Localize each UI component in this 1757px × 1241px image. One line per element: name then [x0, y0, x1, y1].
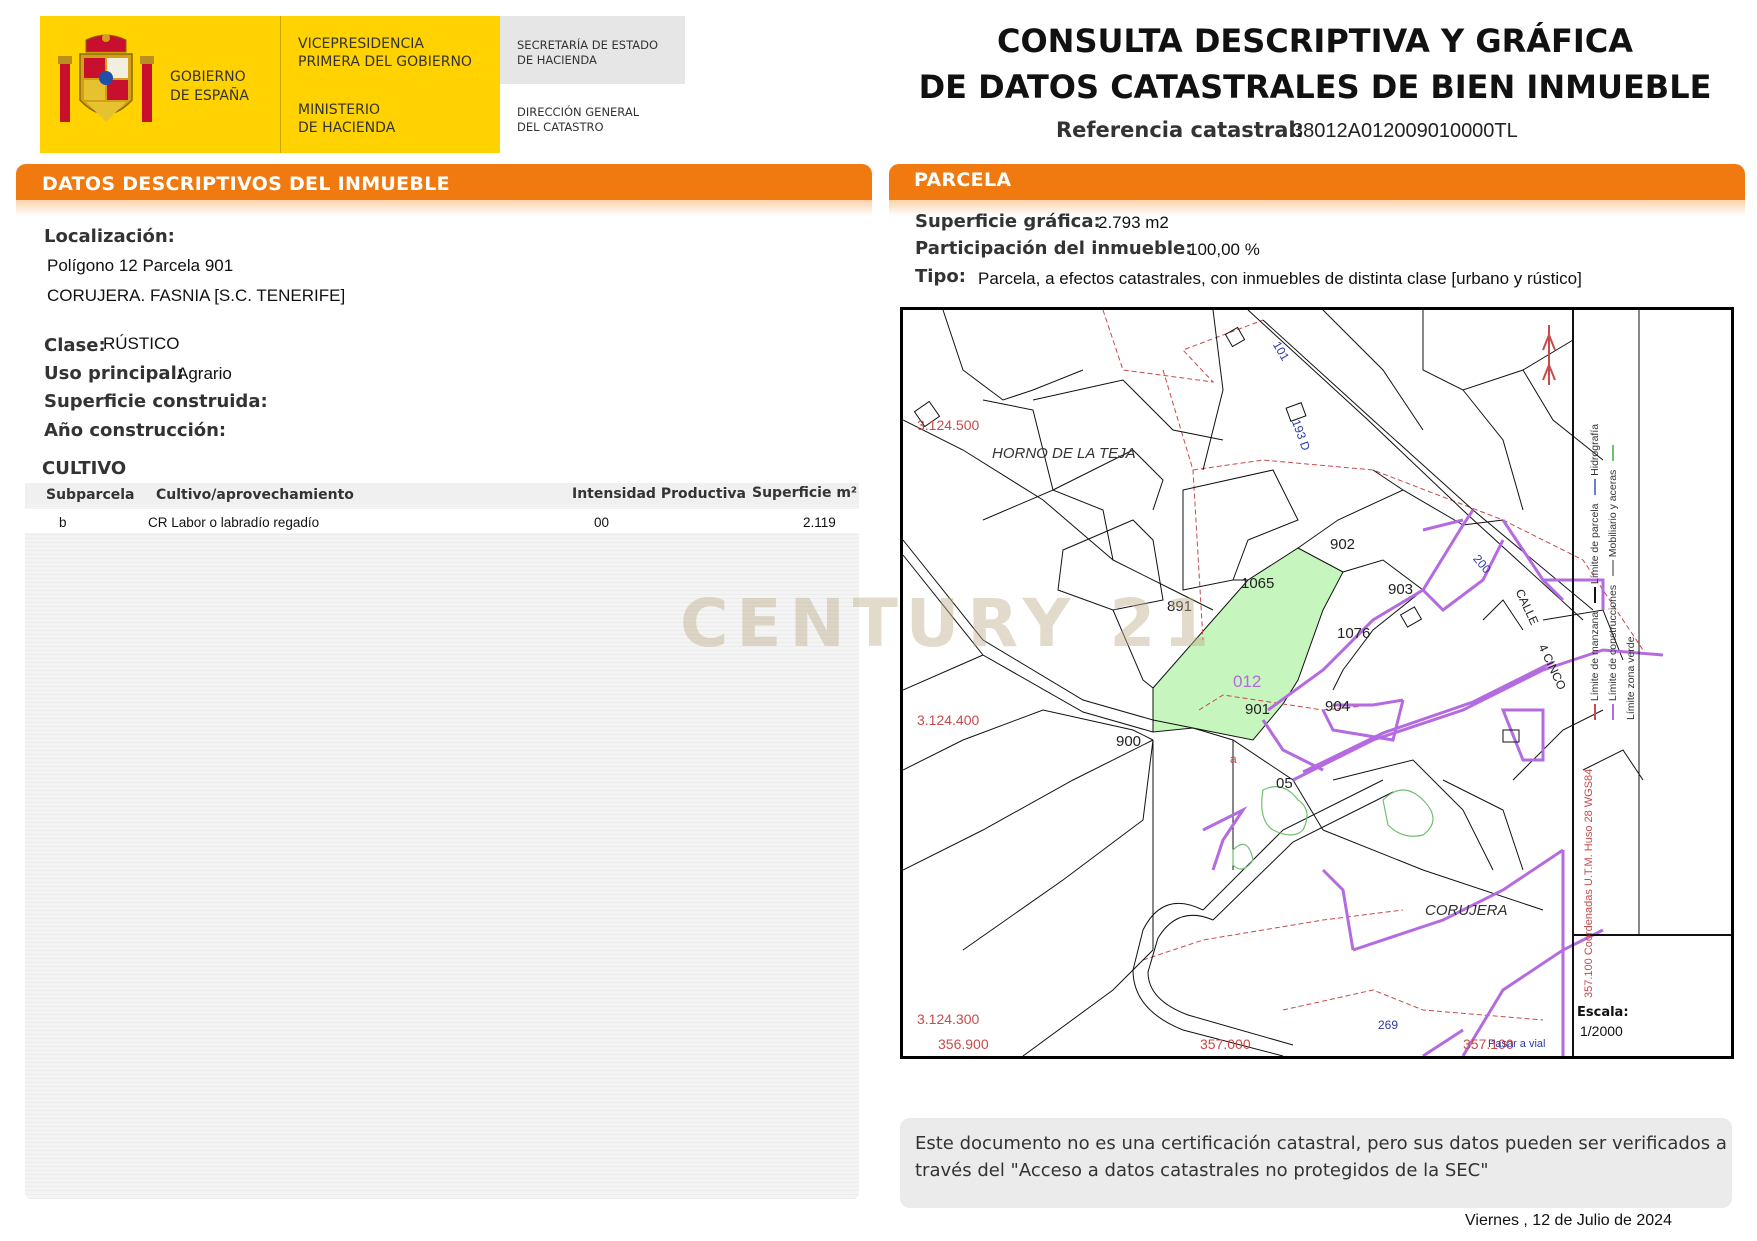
uso-label: Uso principal:: [44, 363, 184, 384]
parcel-label-902: 902: [1330, 536, 1356, 553]
legend-construcciones-swatch: [1612, 704, 1615, 720]
dg-line2: DEL CATASTRO: [517, 120, 604, 134]
min-line2: DE HACIENDA: [298, 120, 396, 136]
escala-value: 1/2000: [1580, 1023, 1623, 1039]
north-arrow-icon: [1542, 325, 1556, 385]
vp-line1: VICEPRESIDENCIA: [298, 36, 424, 52]
subparcel-label-a: a: [1230, 752, 1237, 766]
sup-construida-label: Superficie construida:: [44, 391, 268, 412]
coat-of-arms-icon: [58, 34, 154, 122]
cell-intensidad: 00: [594, 515, 610, 530]
coord-x-1: 356.900: [938, 1036, 989, 1052]
escala-label: Escala:: [1577, 1005, 1629, 1020]
legend-parcela: Límite de parcela: [1589, 503, 1601, 585]
th-intensidad: Intensidad Productiva: [572, 486, 746, 502]
century21-watermark: CENTURY 21: [680, 585, 1218, 662]
sup-grafica-label: Superficie gráfica:: [915, 211, 1101, 232]
road-label-269: 269: [1378, 1018, 1399, 1032]
legend-verde-swatch: [1612, 444, 1615, 461]
anio-label: Año construcción:: [44, 420, 227, 441]
parcel-label-1065: 1065: [1241, 575, 1275, 592]
place-corujera: CORUJERA: [1425, 902, 1508, 919]
min-line1: MINISTERIO: [298, 102, 380, 118]
coords-system: 357.100 Coordenadas U.T.M. Huso 28 WGS84: [1583, 768, 1595, 998]
participacion-label: Participación del inmueble:: [915, 238, 1193, 259]
coord-y-3: 3.124.300: [917, 1011, 980, 1027]
page-title: CONSULTA DESCRIPTIVA Y GRÁFICA DE DATOS …: [900, 18, 1730, 110]
left-bar-fade: [16, 200, 872, 216]
sup-grafica-value: 2.793 m2: [1098, 213, 1169, 232]
vp-line2: PRIMERA DEL GOBIERNO: [298, 54, 472, 70]
note-line2: través del "Acceso a datos catastrales n…: [915, 1160, 1489, 1181]
legend-hidro-swatch: [1594, 478, 1597, 495]
cell-cultivo: CR Labor o labradío regadío: [148, 515, 320, 530]
cell-subparcela: b: [59, 515, 67, 530]
right-section-title: PARCELA: [914, 169, 1012, 191]
legend-aceras-swatch: [1612, 560, 1615, 577]
parcel-label-1076: 1076: [1337, 625, 1371, 642]
legend-zona-verde: Límite zona verde: [1625, 636, 1637, 720]
legend-row-1: Límite de manzana Límite de parcela Hidr…: [1586, 420, 1604, 720]
cadastral-map: HORNO DE LA TEJA CORUJERA 902 903 1065 8…: [900, 307, 1734, 1059]
parcel-label-05: 05: [1276, 775, 1293, 792]
gov-line2: DE ESPAÑA: [170, 88, 249, 104]
clase-value: RÚSTICO: [103, 334, 180, 353]
dg-line1: DIRECCIÓN GENERAL: [517, 105, 640, 119]
legend-hidrografia: Hidrografía: [1589, 423, 1601, 476]
legend-row-2: Límite de construcciones Mobiliario y ac…: [1604, 420, 1640, 720]
ref-value: 38012A012009010000TL: [1292, 120, 1518, 142]
parcel-label-012: 012: [1233, 672, 1262, 691]
note-line1: Este documento no es una certificación c…: [915, 1133, 1727, 1154]
coord-y-2: 3.124.400: [917, 712, 980, 728]
th-cultivo: Cultivo/aprovechamiento: [156, 487, 354, 503]
loc-label: Localización:: [44, 226, 175, 247]
legend-aceras: Mobiliario y aceras: [1607, 469, 1619, 558]
legend-manzana: Límite de manzana: [1589, 611, 1601, 702]
sec-line2: DE HACIENDA: [517, 53, 597, 67]
legend-construcciones: Límite de construcciones: [1607, 584, 1619, 702]
green-zone-lines: [1232, 786, 1434, 870]
coord-x-2: 357.000: [1200, 1036, 1251, 1052]
coord-y-1: 3.124.500: [917, 417, 980, 433]
th-subparcela: Subparcela: [46, 487, 135, 503]
clase-label: Clase:: [44, 335, 106, 356]
document-date: Viernes , 12 de Julio de 2024: [1465, 1212, 1672, 1229]
title-line2: DE DATOS CATASTRALES DE BIEN INMUEBLE: [918, 68, 1712, 106]
tipo-label: Tipo:: [915, 266, 966, 287]
road-lines: [1132, 779, 1394, 1056]
tipo-value: Parcela, a efectos catastrales, con inmu…: [978, 269, 1582, 288]
sec-line1: SECRETARÍA DE ESTADO: [517, 38, 659, 52]
map-legend: Límite de manzana Límite de parcela Hidr…: [1586, 420, 1640, 720]
th-superficie: Superficie m²: [752, 485, 858, 501]
parcel-label-901: 901: [1245, 701, 1271, 718]
logo-divider: [280, 16, 281, 153]
place-horno-de-la-teja: HORNO DE LA TEJA: [992, 445, 1136, 462]
loc-line1: Polígono 12 Parcela 901: [47, 256, 234, 275]
left-section-title: DATOS DESCRIPTIVOS DEL INMUEBLE: [42, 173, 450, 195]
ref-label: Referencia catastral:: [1056, 118, 1304, 142]
gov-line1: GOBIERNO: [170, 69, 246, 85]
legend-parcela-swatch: [1594, 587, 1597, 603]
participacion-value: 100,00 %: [1188, 240, 1260, 259]
parcel-label-904: 904: [1325, 698, 1351, 715]
road-label-pasar: Pasar a vial: [1488, 1038, 1546, 1050]
parcel-label-903: 903: [1388, 581, 1414, 598]
cultivo-title: CULTIVO: [42, 458, 127, 479]
loc-line2: CORUJERA. FASNIA [S.C. TENERIFE]: [47, 286, 346, 305]
parcel-label-900: 900: [1116, 733, 1142, 750]
uso-value: Agrario: [177, 364, 232, 383]
cell-superficie: 2.119: [803, 515, 836, 530]
title-line1: CONSULTA DESCRIPTIVA Y GRÁFICA: [996, 22, 1634, 60]
